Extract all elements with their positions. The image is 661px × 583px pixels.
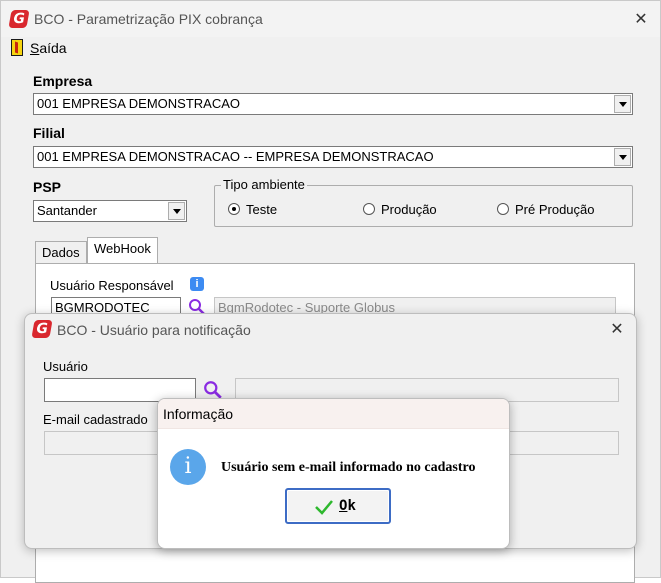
empresa-value: 001 EMPRESA DEMONSTRACAO: [37, 96, 240, 111]
close-icon[interactable]: ✕: [631, 9, 651, 29]
empresa-label: Empresa: [33, 73, 93, 89]
radio-producao-label: Produção: [381, 202, 437, 217]
message-box-title: Informação: [163, 406, 234, 422]
dropdown-arrow-icon[interactable]: [614, 148, 631, 166]
radio-pre-producao[interactable]: [497, 203, 509, 215]
check-icon: [315, 500, 333, 515]
dropdown-arrow-icon[interactable]: [614, 95, 631, 113]
search-icon[interactable]: [203, 380, 223, 400]
tab-webhook[interactable]: WebHook: [87, 237, 158, 265]
main-titlebar: G BCO - Parametrização PIX cobrança ✕: [1, 1, 660, 37]
radio-teste[interactable]: [228, 203, 240, 215]
app-logo-icon: G: [31, 320, 53, 338]
info-message-box: Informação i Usuário sem e-mail informad…: [157, 398, 510, 549]
tipo-ambiente-label: Tipo ambiente: [221, 177, 307, 192]
menu-exit[interactable]: Saída: [30, 40, 67, 56]
ok-button-label: Ok: [339, 498, 356, 514]
usuario-label: Usuário: [43, 359, 88, 374]
dropdown-arrow-icon[interactable]: [168, 202, 185, 220]
empresa-select[interactable]: 001 EMPRESA DEMONSTRACAO: [33, 93, 633, 115]
main-window-title: BCO - Parametrização PIX cobrança: [34, 11, 263, 27]
psp-label: PSP: [33, 179, 62, 195]
filial-value: 001 EMPRESA DEMONSTRACAO -- EMPRESA DEMO…: [37, 149, 434, 164]
exit-door-icon[interactable]: [11, 39, 23, 56]
ok-button[interactable]: Ok: [285, 488, 391, 524]
email-label: E-mail cadastrado: [43, 412, 148, 427]
psp-select[interactable]: Santander: [33, 200, 187, 222]
tab-dados[interactable]: Dados: [35, 241, 87, 265]
info-icon[interactable]: i: [190, 277, 204, 291]
notification-dialog-title: BCO - Usuário para notificação: [57, 322, 251, 338]
radio-producao[interactable]: [363, 203, 375, 215]
info-icon: i: [170, 449, 206, 485]
message-text: Usuário sem e-mail informado no cadastro: [221, 460, 476, 475]
app-logo-icon: G: [8, 10, 30, 28]
psp-value: Santander: [37, 203, 97, 218]
usuario-responsavel-label: Usuário Responsável: [50, 278, 174, 293]
message-box-titlebar: Informação: [158, 399, 509, 429]
radio-pre-producao-label: Pré Produção: [515, 202, 595, 217]
radio-teste-label: Teste: [246, 202, 278, 217]
close-icon[interactable]: ✕: [607, 319, 627, 339]
filial-select[interactable]: 001 EMPRESA DEMONSTRACAO -- EMPRESA DEMO…: [33, 146, 633, 168]
filial-label: Filial: [33, 125, 65, 141]
tipo-ambiente-group: Tipo ambiente Teste Produção Pré Produçã…: [214, 177, 633, 227]
